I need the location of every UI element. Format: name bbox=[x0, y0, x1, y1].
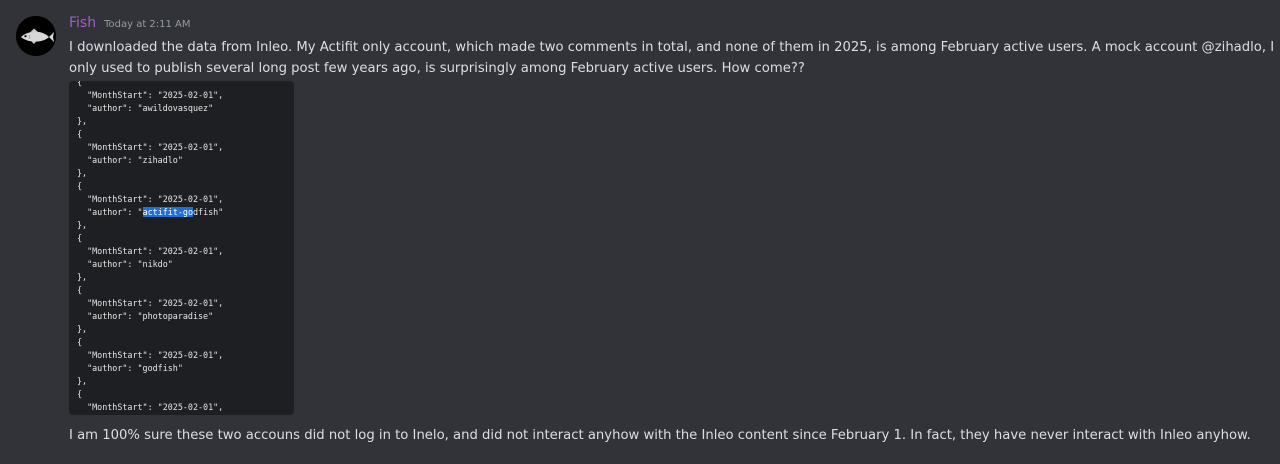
code-line-suffix: dfish" bbox=[192, 207, 224, 217]
code-line: }, bbox=[77, 168, 88, 178]
message-header: Fish Today at 2:11 AM bbox=[69, 15, 191, 37]
code-line: { bbox=[77, 285, 83, 295]
code-line: { bbox=[77, 129, 83, 139]
code-line: "MonthStart": "2025-02-01", bbox=[77, 90, 224, 100]
code-line: { bbox=[77, 389, 83, 399]
code-line: "MonthStart": "2025-02-01", bbox=[77, 402, 224, 412]
code-screenshot-attachment[interactable]: { "MonthStart": "2025-02-01", "author": … bbox=[69, 81, 294, 415]
code-line: }, bbox=[77, 220, 88, 230]
user-avatar[interactable] bbox=[16, 16, 56, 56]
fish-icon bbox=[16, 16, 56, 56]
username[interactable]: Fish bbox=[69, 15, 96, 31]
message-text-line-3: I am 100% sure these two accouns did not… bbox=[69, 428, 1251, 443]
code-line: "MonthStart": "2025-02-01", bbox=[77, 142, 224, 152]
code-block: { "MonthStart": "2025-02-01", "author": … bbox=[77, 81, 223, 414]
code-line: { bbox=[77, 233, 83, 243]
code-line: }, bbox=[77, 116, 88, 126]
code-line-highlighted: "author": "actifit-godfish" bbox=[77, 206, 223, 219]
code-line: "MonthStart": "2025-02-01", bbox=[77, 246, 224, 256]
code-line: "MonthStart": "2025-02-01", bbox=[77, 194, 224, 204]
code-line: { bbox=[77, 181, 83, 191]
chat-message: Fish Today at 2:11 AM I downloaded the d… bbox=[0, 0, 1280, 464]
code-line: }, bbox=[77, 324, 88, 334]
code-line: "author": "photoparadise" bbox=[77, 311, 214, 321]
code-line: "MonthStart": "2025-02-01", bbox=[77, 298, 224, 308]
code-line: { bbox=[77, 337, 83, 347]
code-line: "author": "godfish" bbox=[77, 363, 183, 373]
message-text-line-2: only used to publish several long post f… bbox=[69, 61, 805, 76]
text-selection-highlight: actifit-go bbox=[142, 207, 193, 217]
code-line-prefix: "author": " bbox=[77, 207, 143, 217]
code-line: }, bbox=[77, 272, 88, 282]
timestamp: Today at 2:11 AM bbox=[104, 19, 191, 30]
code-line: }, bbox=[77, 376, 88, 386]
code-line: "author": "nikdo" bbox=[77, 259, 173, 269]
code-line: "MonthStart": "2025-02-01", bbox=[77, 350, 224, 360]
code-line: "author": "awildovasquez" bbox=[77, 103, 214, 113]
code-line: { bbox=[77, 81, 83, 87]
message-text-line-1: I downloaded the data from Inleo. My Act… bbox=[69, 40, 1275, 55]
code-line: "author": "zihadlo" bbox=[77, 155, 183, 165]
